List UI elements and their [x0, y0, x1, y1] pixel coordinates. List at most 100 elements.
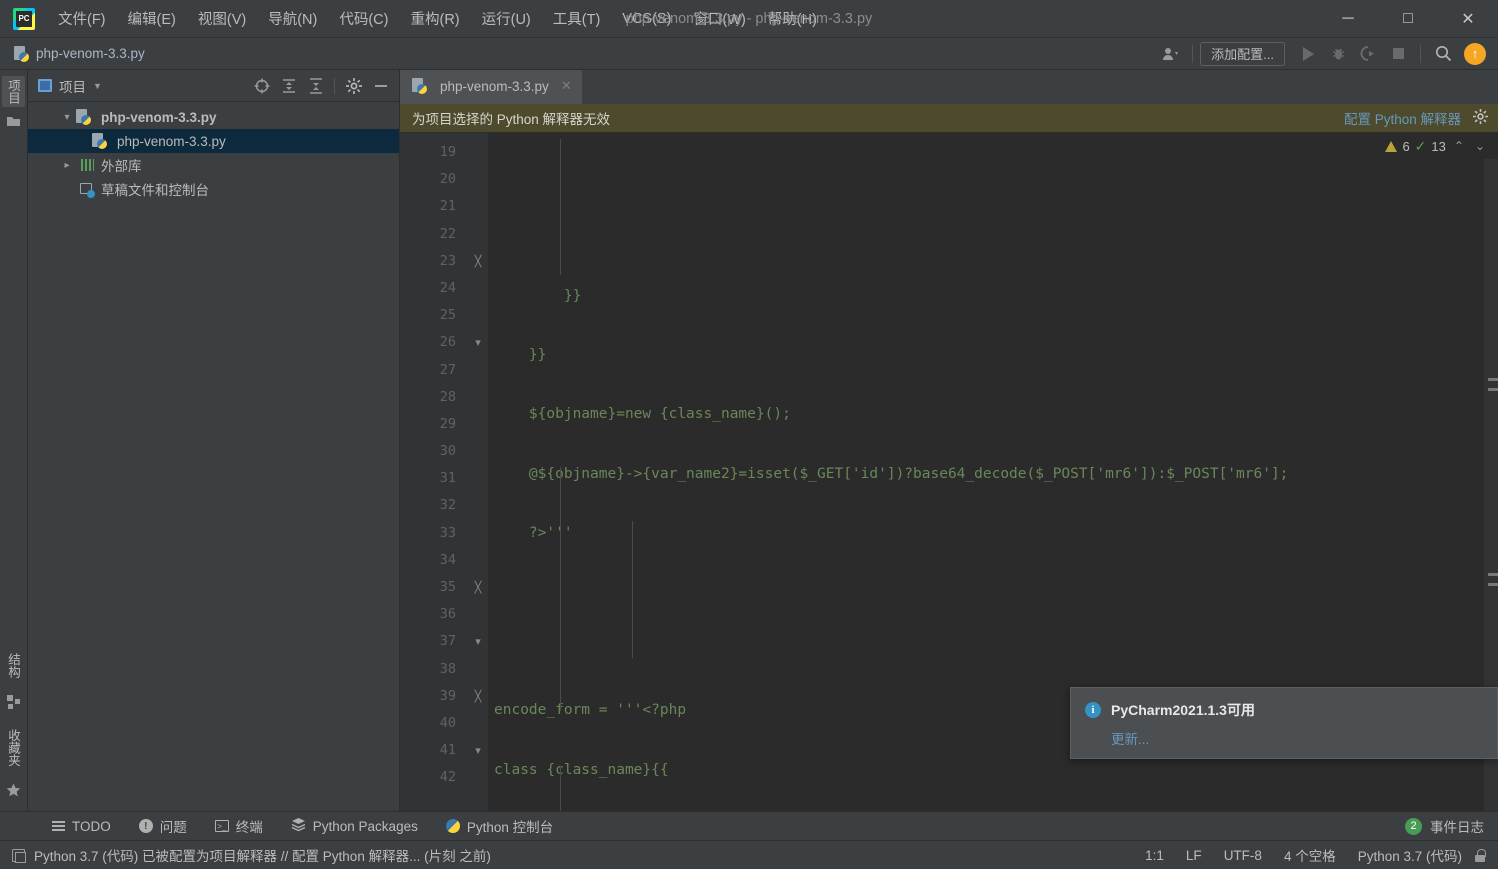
previous-problem-icon[interactable]: ⌃	[1451, 139, 1467, 153]
menu-file[interactable]: 文件(F)	[47, 0, 117, 37]
breadcrumb[interactable]: php-venom-3.3.py	[14, 45, 145, 62]
expand-all-icon[interactable]	[276, 74, 301, 98]
select-opened-file-icon[interactable]	[249, 74, 274, 98]
maximize-button[interactable]: □	[1378, 0, 1438, 37]
fold-start-icon[interactable]: ▾	[468, 737, 488, 764]
user-account-icon[interactable]	[1155, 41, 1185, 67]
interpreter-selector[interactable]: Python 3.7 (代码)	[1347, 845, 1473, 865]
chevron-down-icon[interactable]: ▾	[56, 112, 78, 123]
project-panel-header: 项目 ▼	[28, 70, 399, 102]
check-icon: ✓	[1414, 137, 1427, 154]
toolwindow-problems[interactable]: ! 问题	[125, 812, 201, 840]
close-button[interactable]: ✕	[1438, 0, 1498, 37]
toolwindow-label: TODO	[72, 818, 111, 834]
event-log-group[interactable]: 2 事件日志	[1405, 816, 1498, 836]
indent-setting[interactable]: 4 个空格	[1273, 845, 1347, 865]
search-everywhere-icon[interactable]	[1428, 41, 1458, 67]
run-with-coverage-icon[interactable]	[1353, 41, 1383, 67]
project-panel-actions	[249, 74, 393, 98]
rail-favorites-label[interactable]: 收藏夹	[2, 726, 25, 770]
project-tree: ▾ php-venom-3.3.py php-venom-3.3.py ▸ 外部…	[28, 102, 399, 201]
caret-position[interactable]: 1:1	[1134, 848, 1175, 863]
update-available-icon[interactable]: ↑	[1464, 42, 1486, 65]
code-editor[interactable]: 19 20 21 22 23 24 25 26 27 28 29 30 31 3…	[400, 133, 1498, 811]
fold-end-icon[interactable]: ╳	[468, 248, 488, 275]
tree-node-project-root[interactable]: ▾ php-venom-3.3.py	[28, 105, 399, 129]
commit-folder-icon[interactable]	[6, 115, 21, 131]
popup-title-label: PyCharm2021.1.3可用	[1111, 702, 1255, 718]
rail-structure-label[interactable]: 结构	[2, 650, 25, 681]
menu-code[interactable]: 代码(C)	[328, 0, 399, 37]
gear-icon[interactable]	[1473, 109, 1488, 127]
gear-icon[interactable]	[341, 74, 366, 98]
update-notification-popup[interactable]: i PyCharm2021.1.3可用 更新...	[1070, 687, 1498, 759]
fold-end-icon[interactable]: ╳	[468, 683, 488, 710]
toolwindow-python-console[interactable]: Python 控制台	[432, 812, 567, 840]
popup-header: i PyCharm2021.1.3可用	[1085, 700, 1483, 720]
tab-php-venom[interactable]: php-venom-3.3.py ✕	[400, 70, 582, 104]
main-toolbar: 添加配置... ↑	[1155, 41, 1498, 67]
warning-count: 6	[1402, 138, 1410, 154]
code-line: @${objname}->{var_name2}=isset($_GET['id…	[494, 465, 1289, 482]
chevron-down-icon[interactable]: ▼	[93, 81, 102, 91]
project-panel-title[interactable]: 项目 ▼	[38, 76, 102, 96]
toolwindow-python-packages[interactable]: Python Packages	[277, 812, 432, 840]
window-controls: ─ □ ✕	[1318, 0, 1498, 37]
line-number: 26	[439, 334, 456, 351]
lock-icon[interactable]	[1473, 848, 1486, 862]
update-link[interactable]: 更新...	[1111, 728, 1483, 748]
status-message-group[interactable]: Python 3.7 (代码) 已被配置为项目解释器 // 配置 Python …	[0, 845, 491, 865]
line-number: 23	[439, 252, 456, 269]
next-problem-icon[interactable]: ⌄	[1472, 139, 1488, 153]
toolwindow-terminal[interactable]: >_ 终端	[201, 812, 277, 840]
star-icon[interactable]	[6, 783, 21, 801]
menu-view[interactable]: 视图(V)	[187, 0, 257, 37]
configure-interpreter-link[interactable]: 配置 Python 解释器	[1344, 108, 1461, 128]
fold-start-icon[interactable]: ▾	[468, 329, 488, 356]
add-configuration-button[interactable]: 添加配置...	[1200, 41, 1285, 66]
info-icon: i	[1085, 702, 1101, 718]
run-icon[interactable]	[1293, 41, 1323, 67]
collapse-all-icon[interactable]	[303, 74, 328, 98]
debug-icon[interactable]	[1323, 41, 1353, 67]
hide-panel-icon[interactable]	[368, 74, 393, 98]
file-encoding[interactable]: UTF-8	[1213, 848, 1273, 863]
tree-node-scratches[interactable]: 草稿文件和控制台	[28, 177, 399, 201]
rail-project-label[interactable]: 项目	[2, 76, 25, 107]
menu-refactor[interactable]: 重构(R)	[399, 0, 470, 37]
fold-end-icon[interactable]: ╳	[468, 574, 488, 601]
toolwindow-todo[interactable]: TODO	[38, 812, 125, 840]
menu-window[interactable]: 窗口(W)	[682, 0, 756, 37]
menu-run[interactable]: 运行(U)	[471, 0, 542, 37]
fold-start-icon[interactable]: ▾	[468, 628, 488, 655]
menu-vcs[interactable]: VCS(S)	[611, 0, 682, 37]
line-number: 34	[439, 551, 456, 568]
inspection-widget[interactable]: 6 ✓ 13 ⌃ ⌄	[1385, 133, 1498, 159]
python-file-icon	[412, 78, 427, 94]
tree-node-external-libraries[interactable]: ▸ 外部库	[28, 153, 399, 177]
structure-icon[interactable]	[6, 694, 21, 712]
line-separator[interactable]: LF	[1175, 848, 1213, 863]
code-folding-gutter[interactable]: ╳ ▾ ╳ ▾ ╳ ▾	[468, 133, 488, 811]
line-number: 35	[439, 579, 456, 595]
stop-icon[interactable]	[1383, 41, 1413, 67]
menu-help[interactable]: 帮助(H)	[757, 0, 828, 37]
python-file-icon	[92, 133, 112, 149]
minimize-button[interactable]: ─	[1318, 0, 1378, 37]
line-number: 38	[439, 660, 456, 677]
chevron-right-icon[interactable]: ▸	[56, 160, 78, 171]
menu-tools[interactable]: 工具(T)	[542, 0, 612, 37]
close-icon[interactable]: ✕	[561, 78, 572, 94]
code-line: ${objname}=new {class_name}();	[494, 406, 791, 423]
menu-edit[interactable]: 编辑(E)	[117, 0, 187, 37]
tree-node-python-file[interactable]: php-venom-3.3.py	[28, 129, 399, 153]
menu-navigate[interactable]: 导航(N)	[257, 0, 328, 37]
